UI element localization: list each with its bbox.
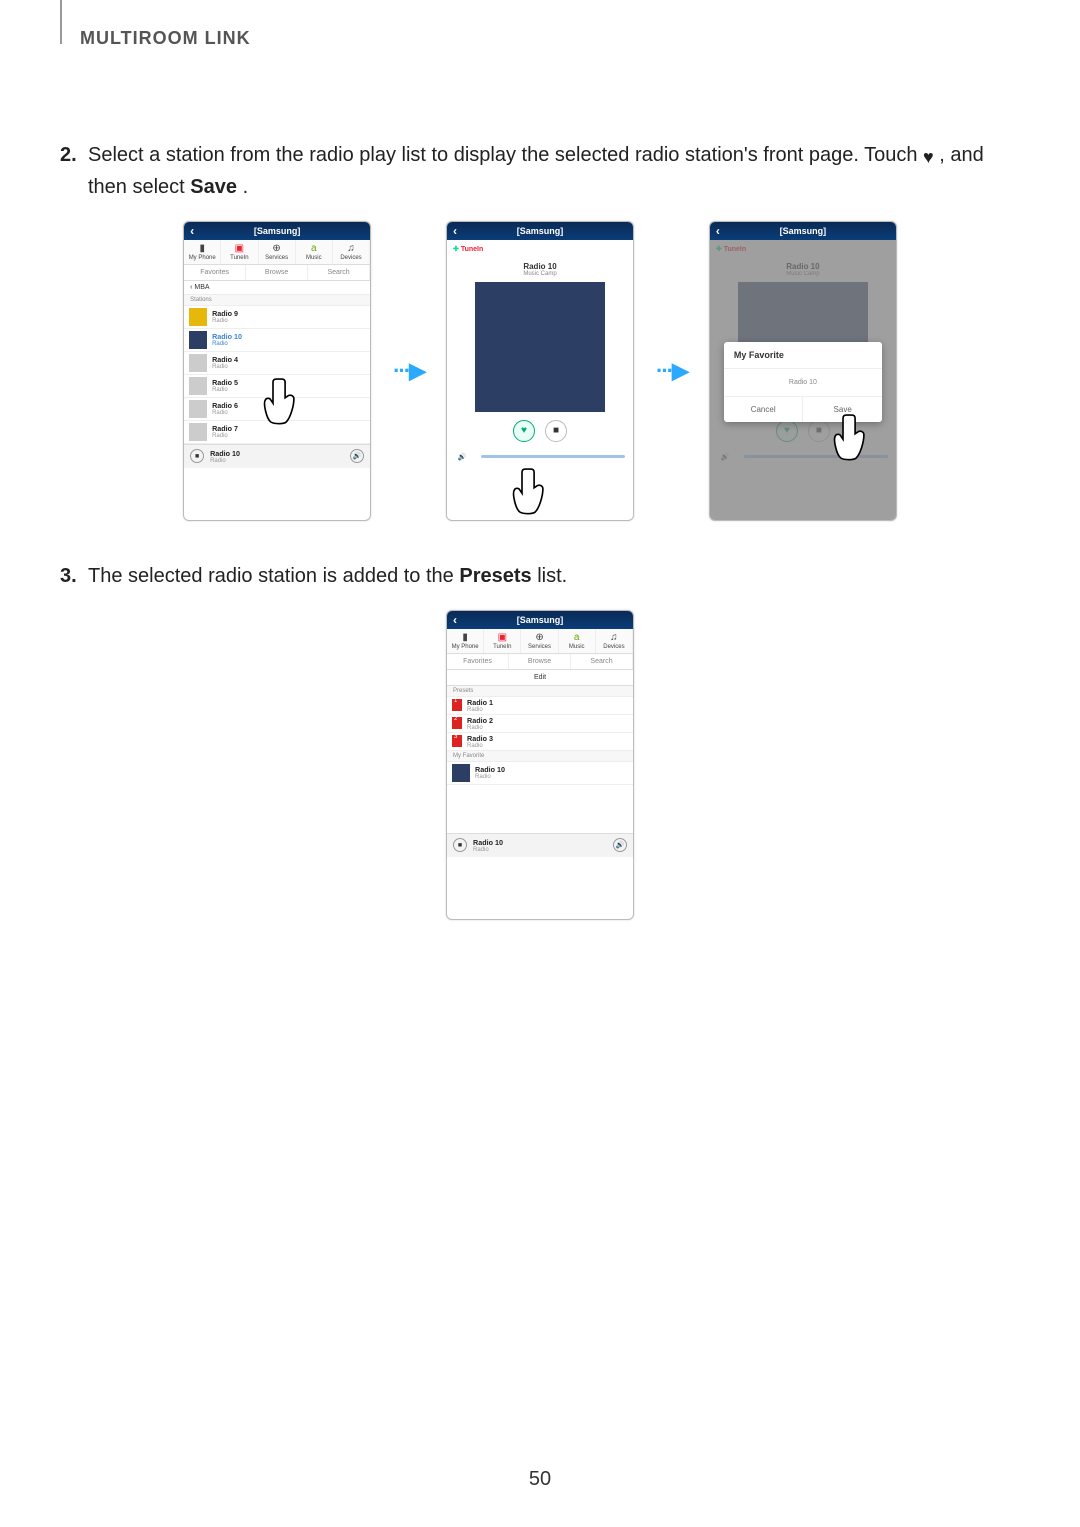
flag-icon [452,699,462,711]
globe-icon: ⊕ [521,632,557,642]
tab-services[interactable]: ⊕Services [521,629,558,653]
step-text: Select a station from the radio play lis… [88,144,923,166]
figure-row-1: ‹ [Samsung] ▮My Phone ▣TuneIn ⊕Services … [60,221,1020,521]
subtab-browse[interactable]: Browse [246,265,308,280]
station-row[interactable]: Radio 6Radio [184,398,370,421]
stop-icon[interactable]: ■ [190,449,204,463]
phone-header: ‹ [Samsung] [447,222,633,240]
save-button[interactable]: Save [802,397,882,422]
speaker-icon: ♫ [596,632,632,642]
save-modal: My Favorite Radio 10 Cancel Save [724,342,882,422]
tab-services[interactable]: ⊕Services [259,240,296,264]
album-art [475,282,605,412]
modal-title: My Favorite [724,342,882,369]
step-bold-save: Save [190,176,237,198]
favorite-row[interactable]: Radio 10Radio [447,762,633,785]
phone-title: [Samsung] [254,226,301,236]
edit-button[interactable]: Edit [447,670,633,686]
tab-my-phone[interactable]: ▮My Phone [184,240,221,264]
back-icon[interactable]: ‹ [453,613,457,627]
page-header: MULTIROOM LINK [80,28,251,49]
phone-icon: ▮ [184,243,220,253]
step-text: The selected radio station is added to t… [88,565,459,587]
back-icon[interactable]: ‹ [453,224,457,238]
flag-icon [452,735,462,747]
step-text: . [243,176,249,198]
step-3: 3. The selected radio station is added t… [60,561,1020,592]
station-row[interactable]: Radio 7Radio [184,421,370,444]
preset-row[interactable]: Radio 1Radio [447,697,633,715]
page-number: 50 [0,1468,1080,1491]
subtab-favorites[interactable]: Favorites [447,654,509,669]
phone-header: ‹ [Samsung] [710,222,896,240]
tunein-icon: ▣ [484,632,520,642]
amazon-icon: a [559,632,595,642]
speaker-icon[interactable]: 🔊 [613,838,627,852]
speaker-icon: ♫ [333,243,369,253]
phone-icon: ▮ [447,632,483,642]
arrow-icon: ···▶ [656,358,687,384]
tab-my-phone[interactable]: ▮My Phone [447,629,484,653]
now-playing-title: Radio 10 [447,258,633,271]
subtab-search[interactable]: Search [308,265,370,280]
section-label: Stations [184,295,370,306]
phone-header: ‹ [Samsung] [447,611,633,629]
preset-row[interactable]: Radio 2Radio [447,715,633,733]
preset-row[interactable]: Radio 3Radio [447,733,633,751]
phone-title: [Samsung] [780,226,827,236]
tab-devices[interactable]: ♫Devices [596,629,633,653]
back-icon[interactable]: ‹ [716,224,720,238]
stop-button[interactable]: ■ [545,420,567,442]
cancel-button[interactable]: Cancel [724,397,803,422]
step-bold-presets: Presets [459,565,531,587]
volume-icon[interactable]: 🔊 [455,450,469,464]
speaker-icon[interactable]: 🔊 [350,449,364,463]
globe-icon: ⊕ [259,243,295,253]
stop-icon[interactable]: ■ [453,838,467,852]
back-icon[interactable]: ‹ [190,224,194,238]
now-playing-bar[interactable]: ■ Radio 10Radio 🔊 [447,833,633,857]
tab-music[interactable]: aMusic [296,240,333,264]
step-2: 2. Select a station from the radio play … [60,140,1020,203]
tunein-icon: ▣ [221,243,257,253]
subtab-browse[interactable]: Browse [509,654,571,669]
step-text: list. [537,565,567,587]
flag-icon [452,717,462,729]
station-row[interactable]: Radio 9Radio [184,306,370,329]
station-row-selected[interactable]: Radio 10Radio [184,329,370,352]
tunein-label: ✚ TuneIn [447,240,633,258]
tab-tunein[interactable]: ▣TuneIn [484,629,521,653]
presets-label: Presets [447,686,633,697]
phone-station-list: ‹ [Samsung] ▮My Phone ▣TuneIn ⊕Services … [183,221,371,521]
step-number: 3. [60,561,88,592]
modal-body: Radio 10 [724,369,882,396]
phone-title: [Samsung] [517,615,564,625]
subtab-favorites[interactable]: Favorites [184,265,246,280]
myfav-label: My Favorite [447,751,633,762]
tab-music[interactable]: aMusic [559,629,596,653]
favorite-button[interactable]: ♥ [513,420,535,442]
phone-title: [Samsung] [517,226,564,236]
now-playing-bar[interactable]: ■ Radio 10Radio 🔊 [184,444,370,468]
volume-slider[interactable] [481,455,625,458]
step-number: 2. [60,140,88,203]
phone-favorites-list: ‹ [Samsung] ▮My Phone ▣TuneIn ⊕Services … [446,610,634,920]
phone-save-modal: ‹ [Samsung] ✚ TuneIn Radio 10 Music Camp… [709,221,897,521]
station-row[interactable]: Radio 5Radio [184,375,370,398]
arrow-icon: ···▶ [393,358,424,384]
station-row[interactable]: Radio 4Radio [184,352,370,375]
heart-icon: ♥ [923,147,934,167]
figure-row-2: ‹ [Samsung] ▮My Phone ▣TuneIn ⊕Services … [60,610,1020,920]
now-playing-subtitle: Music Camp [447,271,633,282]
amazon-icon: a [296,243,332,253]
phone-player: ‹ [Samsung] ✚ TuneIn Radio 10 Music Camp… [446,221,634,521]
tab-tunein[interactable]: ▣TuneIn [221,240,258,264]
subtab-search[interactable]: Search [571,654,633,669]
phone-header: ‹ [Samsung] [184,222,370,240]
tab-devices[interactable]: ♫Devices [333,240,370,264]
breadcrumb[interactable]: ‹ MBA [184,281,370,295]
